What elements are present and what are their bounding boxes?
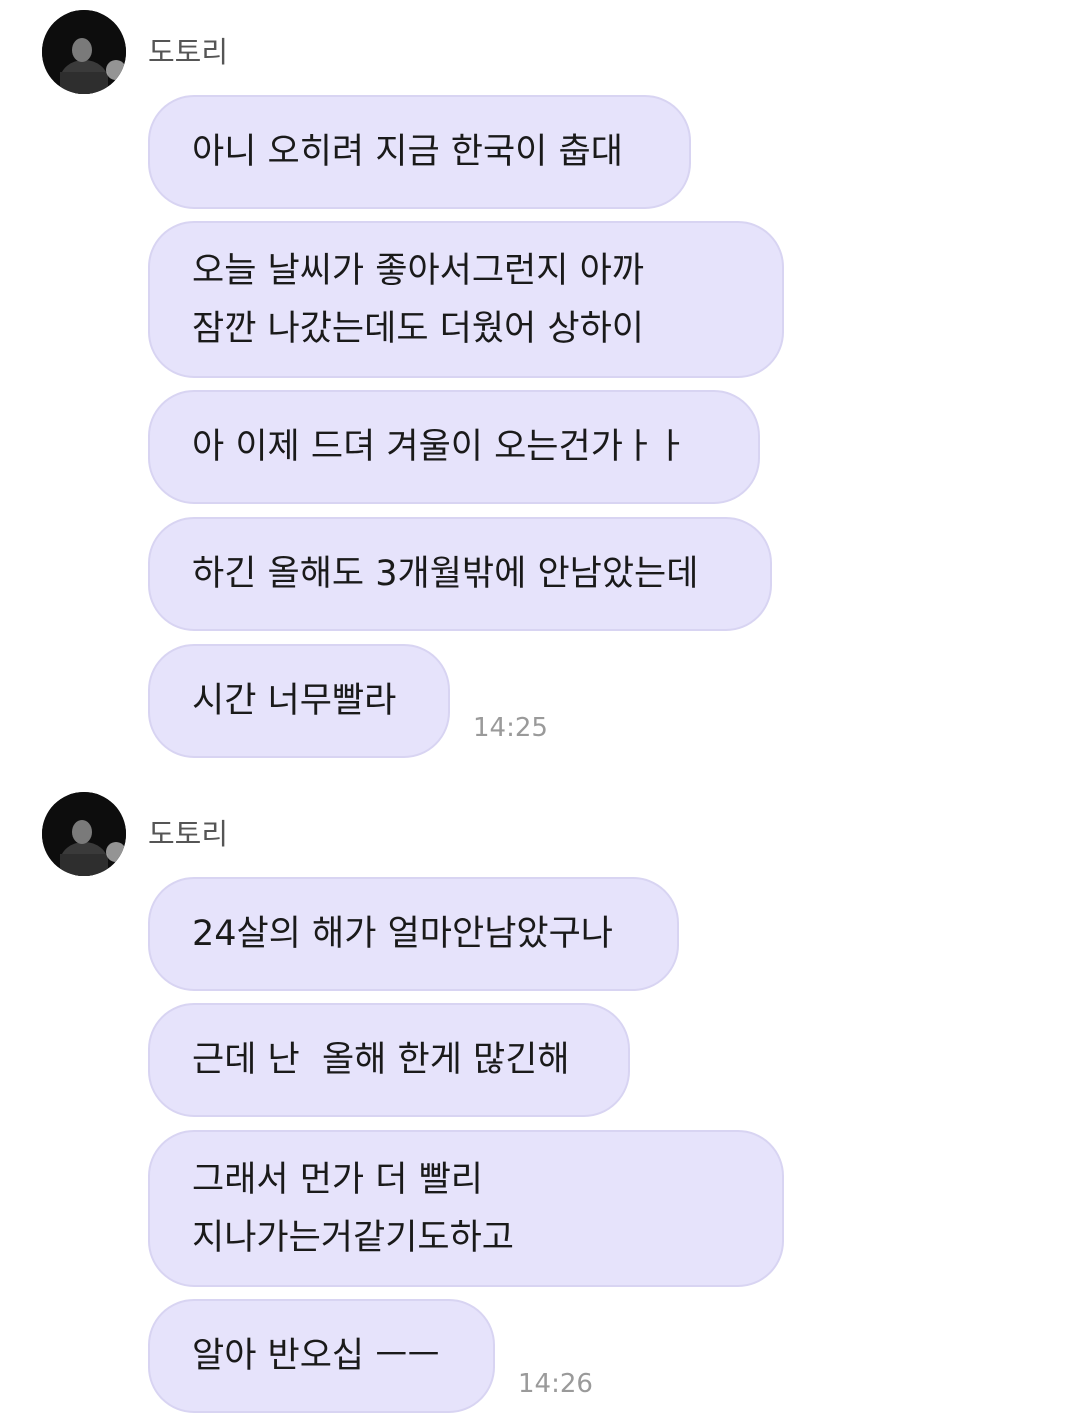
message-text: 아니 오히려 지금 한국이 춥대 (192, 132, 623, 172)
message-text: 24살의 해가 얼마안남았구나 (192, 914, 613, 954)
avatar[interactable] (42, 792, 126, 876)
message-bubble[interactable]: 아니 오히려 지금 한국이 춥대 (148, 95, 691, 209)
message-text: 그래서 먼가 더 빨리 (192, 1159, 483, 1200)
message-timestamp: 14:25 (473, 713, 548, 743)
message-bubble[interactable]: 그래서 먼가 더 빨리 지나가는거같기도하고 (148, 1130, 784, 1287)
message-text: 아 이제 드뎌 겨울이 오는건가ㅏㅏ (192, 427, 688, 467)
message-text: 근데 난 올해 한게 많긴해 (192, 1040, 570, 1080)
message-text: 지나가는거같기도하고 (192, 1217, 515, 1258)
message-bubble[interactable]: 시간 너무빨라 (148, 644, 450, 758)
message-bubble[interactable]: 아 이제 드뎌 겨울이 오는건가ㅏㅏ (148, 390, 760, 504)
sender-name: 도토리 (148, 35, 229, 69)
sender-name: 도토리 (148, 817, 229, 851)
message-bubble[interactable]: 알아 반오십 ㅡㅡ (148, 1299, 495, 1413)
message-bubble[interactable]: 오늘 날씨가 좋아서그런지 아까 잠깐 나갔는데도 더웠어 상하이 (148, 221, 784, 378)
message-timestamp: 14:26 (518, 1369, 593, 1399)
message-text: 잠깐 나갔는데도 더웠어 상하이 (192, 308, 644, 349)
message-bubble[interactable]: 하긴 올해도 3개월밖에 안남았는데 (148, 517, 772, 631)
avatar[interactable] (42, 10, 126, 94)
message-text: 시간 너무빨라 (192, 681, 397, 721)
message-text: 하긴 올해도 3개월밖에 안남았는데 (192, 554, 699, 594)
message-text: 오늘 날씨가 좋아서그런지 아까 (192, 250, 644, 291)
message-bubble[interactable]: 24살의 해가 얼마안남았구나 (148, 877, 679, 991)
message-bubble[interactable]: 근데 난 올해 한게 많긴해 (148, 1003, 630, 1117)
message-text: 알아 반오십 ㅡㅡ (192, 1336, 440, 1376)
